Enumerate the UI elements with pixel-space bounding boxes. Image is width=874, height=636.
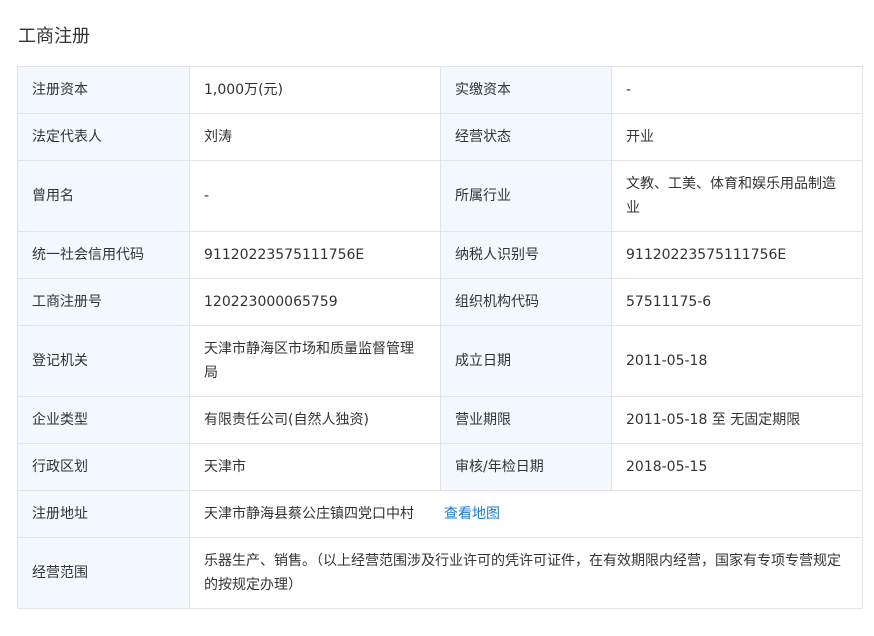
- table-row: 统一社会信用代码 91120223575111756E 纳税人识别号 91120…: [17, 231, 863, 279]
- scope-value: 乐器生产、销售。（以上经营范围涉及行业许可的凭许可证件，在有效期限内经营，国家有…: [189, 537, 863, 609]
- industry-value: 文教、工美、体育和娱乐用品制造业: [611, 160, 863, 232]
- reg-number-value: 120223000065759: [189, 278, 441, 326]
- table-row: 经营范围 乐器生产、销售。（以上经营范围涉及行业许可的凭许可证件，在有效期限内经…: [17, 537, 863, 609]
- address-cell: 天津市静海县蔡公庄镇四党口中村 查看地图: [189, 490, 863, 538]
- legal-rep-value: 刘涛: [189, 113, 441, 161]
- credit-code-label: 统一社会信用代码: [17, 231, 190, 279]
- address-label: 注册地址: [17, 490, 190, 538]
- section-title: 工商注册: [18, 26, 90, 47]
- table-row: 工商注册号 120223000065759 组织机构代码 57511175-6: [17, 278, 863, 326]
- address-value: 天津市静海县蔡公庄镇四党口中村: [204, 506, 414, 522]
- reg-authority-value: 天津市静海区市场和质量监督管理局: [189, 325, 441, 397]
- region-value: 天津市: [189, 443, 441, 491]
- business-term-value: 2011-05-18 至 无固定期限: [611, 396, 863, 444]
- status-label: 经营状态: [440, 113, 612, 161]
- table-row: 注册资本 1,000万(元) 实缴资本 -: [17, 66, 863, 114]
- registration-info-table: 注册资本 1,000万(元) 实缴资本 - 法定代表人 刘涛 经营状态 开业 曾…: [17, 66, 863, 609]
- org-code-label: 组织机构代码: [440, 278, 612, 326]
- registered-capital-label: 注册资本: [17, 66, 190, 114]
- business-term-label: 营业期限: [440, 396, 612, 444]
- registered-capital-value: 1,000万(元): [189, 66, 441, 114]
- legal-rep-label: 法定代表人: [17, 113, 190, 161]
- industry-label: 所属行业: [440, 160, 612, 232]
- taxpayer-id-label: 纳税人识别号: [440, 231, 612, 279]
- former-name-label: 曾用名: [17, 160, 190, 232]
- reg-authority-label: 登记机关: [17, 325, 190, 397]
- org-code-value: 57511175-6: [611, 278, 863, 326]
- table-row: 企业类型 有限责任公司(自然人独资) 营业期限 2011-05-18 至 无固定…: [17, 396, 863, 444]
- table-row: 行政区划 天津市 审核/年检日期 2018-05-15: [17, 443, 863, 491]
- founded-label: 成立日期: [440, 325, 612, 397]
- table-row: 曾用名 - 所属行业 文教、工美、体育和娱乐用品制造业: [17, 160, 863, 232]
- company-type-value: 有限责任公司(自然人独资): [189, 396, 441, 444]
- audit-date-label: 审核/年检日期: [440, 443, 612, 491]
- table-row: 法定代表人 刘涛 经营状态 开业: [17, 113, 863, 161]
- status-value: 开业: [611, 113, 863, 161]
- view-map-link[interactable]: 查看地图: [444, 506, 500, 522]
- paid-capital-value: -: [611, 66, 863, 114]
- audit-date-value: 2018-05-15: [611, 443, 863, 491]
- credit-code-value: 91120223575111756E: [189, 231, 441, 279]
- region-label: 行政区划: [17, 443, 190, 491]
- scope-label: 经营范围: [17, 537, 190, 609]
- paid-capital-label: 实缴资本: [440, 66, 612, 114]
- founded-value: 2011-05-18: [611, 325, 863, 397]
- company-type-label: 企业类型: [17, 396, 190, 444]
- former-name-value: -: [189, 160, 441, 232]
- table-row: 注册地址 天津市静海县蔡公庄镇四党口中村 查看地图: [17, 490, 863, 538]
- reg-number-label: 工商注册号: [17, 278, 190, 326]
- taxpayer-id-value: 91120223575111756E: [611, 231, 863, 279]
- table-row: 登记机关 天津市静海区市场和质量监督管理局 成立日期 2011-05-18: [17, 325, 863, 397]
